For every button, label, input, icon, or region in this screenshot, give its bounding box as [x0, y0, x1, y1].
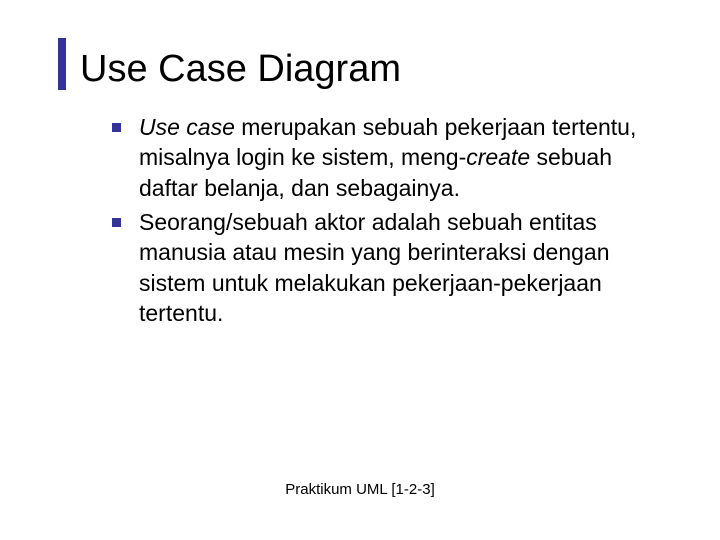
bullet-text: Use case merupakan sebuah pekerjaan tert… — [139, 112, 652, 203]
bullet-square-icon — [112, 123, 121, 132]
plain-text: Seorang/sebuah aktor adalah sebuah entit… — [139, 209, 610, 326]
list-item: Use case merupakan sebuah pekerjaan tert… — [112, 112, 652, 203]
bullet-square-icon — [112, 218, 121, 227]
italic-text: create — [466, 144, 530, 170]
footer-text: Praktikum UML [1-2-3] — [0, 481, 720, 498]
bullet-list: Use case merupakan sebuah pekerjaan tert… — [112, 112, 652, 329]
content-area: Use case merupakan sebuah pekerjaan tert… — [58, 112, 662, 329]
title-row: Use Case Diagram — [58, 38, 662, 90]
title-accent-bar — [58, 38, 66, 90]
list-item: Seorang/sebuah aktor adalah sebuah entit… — [112, 207, 652, 328]
italic-text: Use case — [139, 114, 235, 140]
slide-title: Use Case Diagram — [80, 50, 401, 90]
bullet-text: Seorang/sebuah aktor adalah sebuah entit… — [139, 207, 652, 328]
slide: Use Case Diagram Use case merupakan sebu… — [0, 0, 720, 540]
